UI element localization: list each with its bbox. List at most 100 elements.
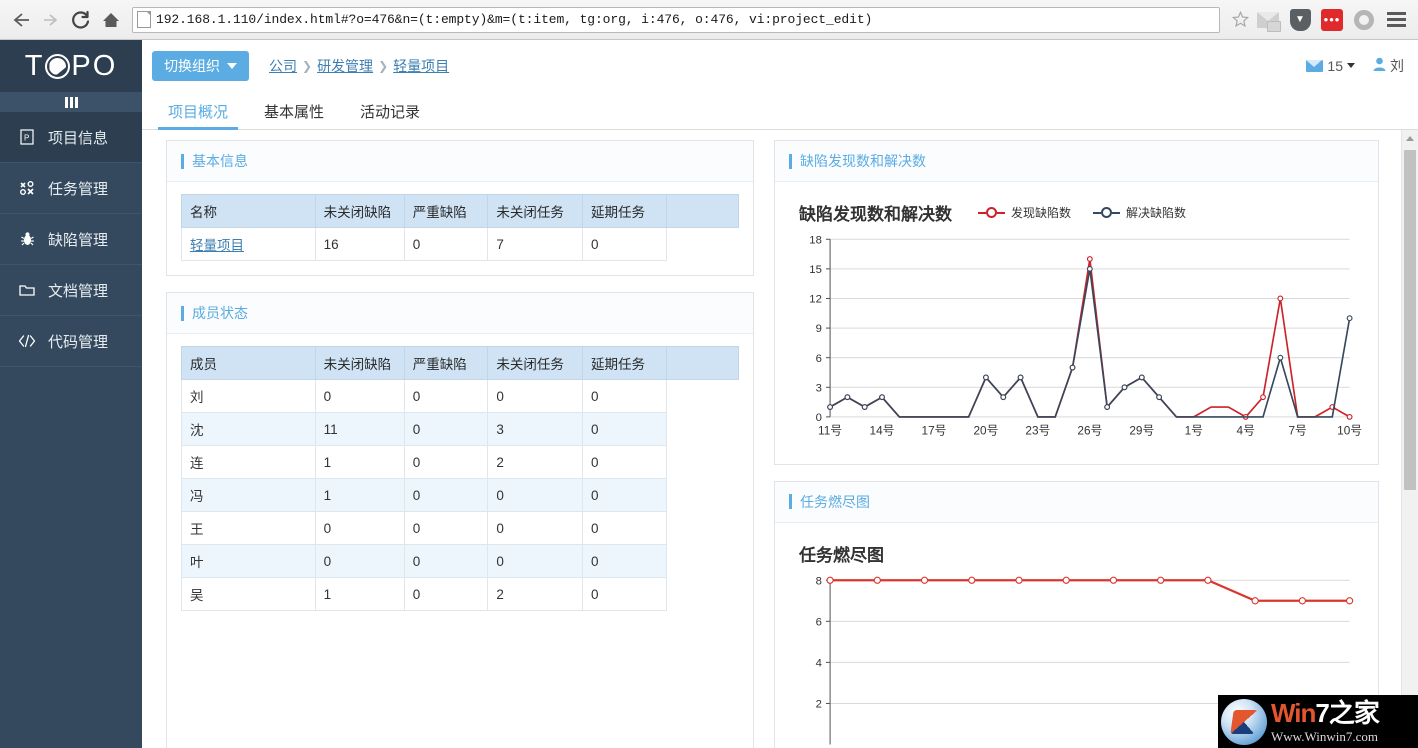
col-open-defects: 未关闭缺陷 (315, 195, 404, 228)
tab-bar: 项目概况 基本属性 活动记录 (142, 92, 1418, 130)
bookmark-star-icon[interactable] (1226, 7, 1254, 33)
sidebar-item-project-info[interactable]: P 项目信息 (0, 112, 142, 163)
left-column: 基本信息 名称 未关闭缺陷 严重缺陷 未关闭任务 (142, 140, 764, 748)
svg-text:6: 6 (816, 616, 822, 628)
legend-item-resolved: 解决缺陷数 (1093, 204, 1186, 221)
col-severe-defects: 严重缺陷 (404, 195, 488, 228)
project-link[interactable]: 轻量项目 (190, 238, 244, 253)
basic-info-panel-body: 名称 未关闭缺陷 严重缺陷 未关闭任务 延期任务 (167, 182, 753, 275)
home-button[interactable] (96, 5, 126, 35)
defect-chart-panel-header: 缺陷发现数和解决数 (775, 141, 1378, 182)
basic-info-panel-header: 基本信息 (167, 141, 753, 182)
code-icon (18, 334, 36, 348)
cell-open-defects: 0 (315, 512, 404, 545)
sidebar-item-defect-management[interactable]: 缺陷管理 (0, 214, 142, 265)
cell-delayed-tasks: 0 (583, 228, 667, 261)
svg-text:29号: 29号 (1129, 423, 1154, 437)
mail-extension-icon[interactable] (1254, 6, 1282, 34)
col-open-tasks: 未关闭任务 (488, 195, 583, 228)
download-shield-icon[interactable]: ▼ (1286, 6, 1314, 34)
cell-blank (666, 545, 738, 578)
breadcrumb-item-project[interactable]: 轻量项目 (393, 56, 449, 76)
sidebar-empty-space (0, 367, 142, 748)
cell-severe-defects: 0 (404, 479, 488, 512)
table-header-row: 成员 未关闭缺陷 严重缺陷 未关闭任务 延期任务 (182, 347, 739, 380)
svg-text:4号: 4号 (1237, 423, 1255, 437)
cell-open-tasks: 0 (488, 380, 583, 413)
sidebar-item-task-management[interactable]: 任务管理 (0, 163, 142, 214)
svg-text:12: 12 (809, 294, 822, 306)
burndown-line-chart: 2468 (789, 570, 1364, 748)
member-status-table: 成员 未关闭缺陷 严重缺陷 未关闭任务 延期任务 刘0000沈11030连102… (181, 346, 739, 611)
sidebar-collapse-icon[interactable] (0, 92, 142, 112)
sidebar-item-label: 代码管理 (48, 331, 108, 352)
cell-open-defects: 1 (315, 479, 404, 512)
switch-org-label: 切换组织 (164, 56, 220, 76)
folder-icon (18, 283, 36, 297)
col-open-defects: 未关闭缺陷 (315, 347, 404, 380)
cell-member: 冯 (182, 479, 316, 512)
cell-member: 沈 (182, 413, 316, 446)
cell-blank (666, 578, 738, 611)
sidebar-item-document-management[interactable]: 文档管理 (0, 265, 142, 316)
bug-icon (18, 231, 36, 247)
cell-severe-defects: 0 (404, 545, 488, 578)
member-status-panel-body: 成员 未关闭缺陷 严重缺陷 未关闭任务 延期任务 刘0000沈11030连102… (167, 334, 753, 748)
cell-blank (666, 413, 738, 446)
sidebar-item-code-management[interactable]: 代码管理 (0, 316, 142, 367)
user-menu[interactable]: 刘 (1373, 56, 1404, 76)
back-button[interactable] (6, 5, 36, 35)
scroll-up-button[interactable] (1402, 130, 1418, 147)
col-delayed-tasks: 延期任务 (583, 347, 667, 380)
vertical-scrollbar[interactable] (1401, 130, 1418, 748)
table-row: 刘0000 (182, 380, 739, 413)
tab-activity-log[interactable]: 活动记录 (342, 105, 438, 129)
app-logo: T PO (0, 40, 142, 92)
defect-chart-panel: 缺陷发现数和解决数 缺陷发现数和解决数 发现缺陷数 (774, 140, 1379, 465)
breadcrumb-item-company[interactable]: 公司 (269, 56, 297, 76)
cell-severe-defects: 0 (404, 512, 488, 545)
cell-blank (666, 479, 738, 512)
svg-text:14号: 14号 (870, 423, 895, 437)
svg-text:8: 8 (816, 575, 822, 587)
logo-text-pre: T (25, 50, 45, 83)
chevron-up-icon (1406, 136, 1414, 141)
address-bar[interactable]: 192.168.1.110/index.html#?o=476&n=(t:emp… (132, 7, 1220, 33)
reload-button[interactable] (66, 5, 96, 35)
messages-button[interactable]: 15 (1306, 58, 1355, 74)
svg-text:20号: 20号 (973, 423, 998, 437)
cell-open-tasks: 0 (488, 512, 583, 545)
forward-button[interactable] (36, 5, 66, 35)
breadcrumb-separator-icon: ❯ (378, 59, 388, 73)
table-row: 王0000 (182, 512, 739, 545)
svg-text:6: 6 (816, 353, 822, 365)
red-menu-icon[interactable]: ••• (1318, 6, 1346, 34)
breadcrumb-item-rd[interactable]: 研发管理 (317, 56, 373, 76)
scrollbar-thumb[interactable] (1404, 150, 1416, 490)
cell-member: 吴 (182, 578, 316, 611)
cell-delayed-tasks: 0 (583, 413, 667, 446)
browser-menu-icon[interactable] (1382, 6, 1410, 34)
main-area: 切换组织 公司 ❯ 研发管理 ❯ 轻量项目 15 (142, 40, 1418, 748)
tab-project-overview[interactable]: 项目概况 (150, 105, 246, 129)
cell-severe-defects: 0 (404, 228, 488, 261)
switch-org-button[interactable]: 切换组织 (152, 51, 249, 81)
tab-basic-attributes[interactable]: 基本属性 (246, 105, 342, 129)
app-root: T PO P 项目信息 任务管理 缺陷管理 (0, 40, 1418, 748)
url-text: 192.168.1.110/index.html#?o=476&n=(t:emp… (156, 12, 872, 27)
panel-accent-bar (789, 154, 792, 169)
cell-open-tasks: 2 (488, 446, 583, 479)
burndown-chart-panel-body: 任务燃尽图 2468 (775, 523, 1378, 748)
burndown-chart-head: 任务燃尽图 (789, 535, 1364, 570)
cell-delayed-tasks: 0 (583, 446, 667, 479)
member-status-panel: 成员状态 成员 未关闭缺陷 严重缺陷 未关闭任务 (166, 292, 754, 748)
col-severe-defects: 严重缺陷 (404, 347, 488, 380)
circle-extension-icon[interactable] (1350, 6, 1378, 34)
svg-text:9: 9 (816, 323, 822, 335)
page-icon (137, 11, 151, 28)
sidebar-item-label: 文档管理 (48, 280, 108, 301)
col-open-tasks: 未关闭任务 (488, 347, 583, 380)
table-row: 沈11030 (182, 413, 739, 446)
col-blank (666, 347, 738, 380)
cell-open-tasks: 0 (488, 545, 583, 578)
